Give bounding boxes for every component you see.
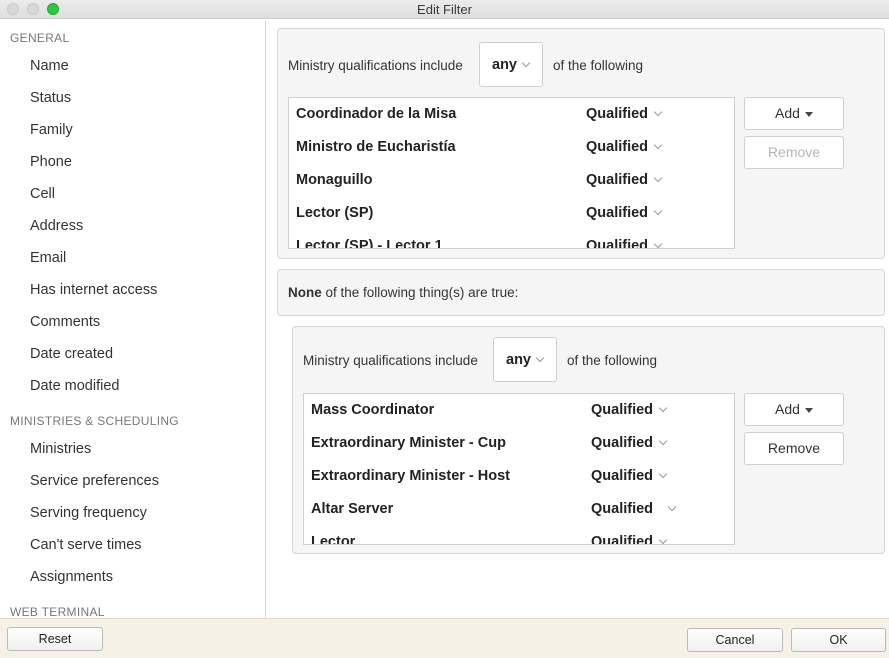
qualification-select[interactable]: Qualified xyxy=(586,106,648,122)
chevron-down-icon[interactable] xyxy=(658,535,668,544)
ministry-name: Lector (SP) xyxy=(296,205,374,221)
list-item[interactable]: Extraordinary Minister - Cup Qualified xyxy=(304,427,734,460)
sidebar-section-web-terminal: WEB TERMINAL xyxy=(10,605,105,618)
list-item[interactable]: Ministro de Eucharistía Qualified xyxy=(289,131,734,164)
qualification-select[interactable]: Qualified xyxy=(591,402,653,418)
ministry-name: Mass Coordinator xyxy=(311,402,435,418)
sidebar[interactable]: GENERAL Name Status Family Phone Cell Ad… xyxy=(0,20,266,618)
chevron-down-icon[interactable] xyxy=(653,107,663,117)
filter-suffix-label: of the following xyxy=(567,353,658,368)
qualification-list[interactable]: Coordinador de la Misa Qualified Ministr… xyxy=(288,97,735,249)
ministry-name: Coordinador de la Misa xyxy=(296,106,457,122)
list-item[interactable]: Lector Qualified xyxy=(304,526,734,545)
dialog-footer: Reset Cancel OK xyxy=(0,618,889,658)
list-item[interactable]: Lector (SP) - Lector 1 Qualified xyxy=(289,230,734,249)
match-mode-select[interactable]: any xyxy=(493,337,557,382)
sidebar-item-phone[interactable]: Phone xyxy=(30,154,72,170)
ministry-name: Extraordinary Minister - Cup xyxy=(311,435,506,451)
qualification-select[interactable]: Qualified xyxy=(586,205,648,221)
title-bar: Edit Filter xyxy=(0,0,889,19)
qualification-list[interactable]: Mass Coordinator Qualified Extraordinary… xyxy=(303,393,735,545)
caret-down-icon xyxy=(804,407,813,413)
list-item[interactable]: Altar Server Qualified xyxy=(304,493,734,526)
match-mode-select[interactable]: any xyxy=(479,42,543,87)
list-item[interactable]: Mass Coordinator Qualified xyxy=(304,394,734,427)
sidebar-item-cell[interactable]: Cell xyxy=(30,186,55,202)
sidebar-item-service-preferences[interactable]: Service preferences xyxy=(30,473,159,489)
sidebar-item-comments[interactable]: Comments xyxy=(30,314,100,330)
chevron-down-icon[interactable] xyxy=(653,173,663,183)
filter-prefix-label: Ministry qualifications include xyxy=(288,58,463,73)
sidebar-item-has-internet-access[interactable]: Has internet access xyxy=(30,282,157,298)
add-button[interactable]: Add xyxy=(744,97,844,130)
qualification-select[interactable]: Qualified xyxy=(586,139,648,155)
qualification-select[interactable]: Qualified xyxy=(586,238,648,248)
qualification-select[interactable]: Qualified xyxy=(586,172,648,188)
qualification-select[interactable]: Qualified xyxy=(591,435,653,451)
none-group-rest: of the following thing(s) are true: xyxy=(321,285,519,300)
filter-suffix-label: of the following xyxy=(553,58,644,73)
none-keyword[interactable]: None xyxy=(288,285,322,300)
sidebar-item-date-created[interactable]: Date created xyxy=(30,346,113,362)
sidebar-item-assignments[interactable]: Assignments xyxy=(30,569,113,585)
list-item[interactable]: Monaguillo Qualified xyxy=(289,164,734,197)
add-button[interactable]: Add xyxy=(744,393,844,426)
qualification-select[interactable]: Qualified xyxy=(591,501,653,517)
remove-button[interactable]: Remove xyxy=(744,432,844,465)
list-item[interactable]: Extraordinary Minister - Host Qualified xyxy=(304,460,734,493)
sidebar-item-date-modified[interactable]: Date modified xyxy=(30,378,119,394)
sidebar-item-ministries[interactable]: Ministries xyxy=(30,441,91,457)
sidebar-item-email[interactable]: Email xyxy=(30,250,66,266)
add-button-label: Add xyxy=(775,401,800,417)
none-group-label: None of the following thing(s) are true: xyxy=(288,285,518,300)
remove-button[interactable]: Remove xyxy=(744,136,844,169)
ministry-name: Extraordinary Minister - Host xyxy=(311,468,511,484)
qualification-select[interactable]: Qualified xyxy=(591,534,653,544)
ok-button[interactable]: OK xyxy=(791,628,886,652)
filter-panel-1: Ministry qualifications include any of t… xyxy=(277,28,885,259)
sidebar-item-address[interactable]: Address xyxy=(30,218,83,234)
chevron-down-icon[interactable] xyxy=(653,140,663,150)
filter-panel-2: Ministry qualifications include any of t… xyxy=(292,326,885,554)
match-mode-value: any xyxy=(506,352,531,368)
sidebar-item-cant-serve-times[interactable]: Can't serve times xyxy=(30,537,142,553)
caret-down-icon xyxy=(804,111,813,117)
chevron-down-icon[interactable] xyxy=(667,502,677,512)
chevron-down-icon[interactable] xyxy=(658,469,668,479)
filter-editor: Ministry qualifications include any of t… xyxy=(267,20,889,618)
none-group-panel: None of the following thing(s) are true: xyxy=(277,269,885,316)
chevron-down-icon[interactable] xyxy=(658,436,668,446)
list-item[interactable]: Coordinador de la Misa Qualified xyxy=(289,98,734,131)
cancel-button[interactable]: Cancel xyxy=(687,628,783,652)
list-item[interactable]: Lector (SP) Qualified xyxy=(289,197,734,230)
sidebar-section-ministries-scheduling: MINISTRIES & SCHEDULING xyxy=(10,414,179,428)
qualification-select[interactable]: Qualified xyxy=(591,468,653,484)
sidebar-item-serving-frequency[interactable]: Serving frequency xyxy=(30,505,147,521)
chevron-down-icon[interactable] xyxy=(658,403,668,413)
ministry-name: Lector (SP) - Lector 1 xyxy=(296,238,443,249)
ministry-name: Lector xyxy=(311,534,356,545)
ministry-name: Monaguillo xyxy=(296,172,373,188)
sidebar-item-family[interactable]: Family xyxy=(30,122,73,138)
sidebar-item-status[interactable]: Status xyxy=(30,90,71,106)
chevron-down-icon[interactable] xyxy=(653,239,663,248)
ministry-name: Altar Server xyxy=(311,501,394,517)
match-mode-value: any xyxy=(492,57,517,73)
window-title: Edit Filter xyxy=(417,2,472,17)
chevron-down-icon[interactable] xyxy=(653,206,663,216)
chevron-down-icon xyxy=(535,353,545,363)
sidebar-section-general: GENERAL xyxy=(10,31,70,45)
add-button-label: Add xyxy=(775,105,800,121)
sidebar-item-name[interactable]: Name xyxy=(30,58,69,74)
reset-button[interactable]: Reset xyxy=(7,627,103,651)
ministry-name: Ministro de Eucharistía xyxy=(296,139,456,155)
filter-prefix-label: Ministry qualifications include xyxy=(303,353,478,368)
chevron-down-icon xyxy=(521,58,531,68)
